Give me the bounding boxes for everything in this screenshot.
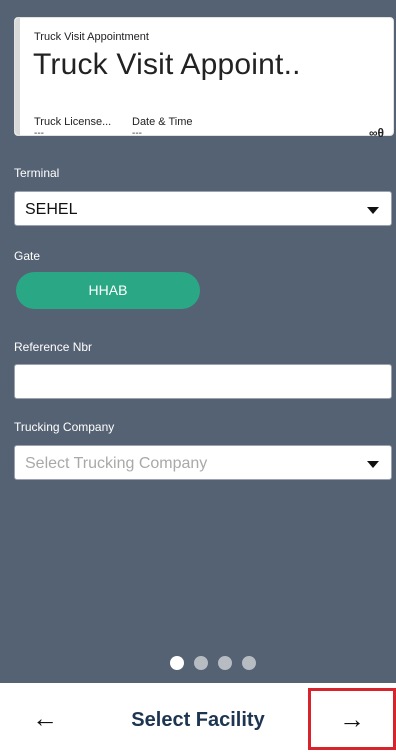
page-indicator: [170, 656, 256, 670]
trucking-company-select[interactable]: Select Trucking Company: [14, 445, 392, 480]
terminal-label: Terminal: [14, 166, 60, 180]
truck-license-label: Truck License...: [34, 116, 112, 128]
bottom-nav-bar: ← Select Facility →: [0, 683, 396, 753]
terminal-select-value: SEHEL: [25, 201, 78, 218]
dropdown-arrow-icon: [367, 461, 379, 468]
page-dot-4: [242, 656, 256, 670]
page-dot-2: [194, 656, 208, 670]
card-title: Truck Visit Appoint..: [33, 48, 301, 81]
next-arrow-button[interactable]: →: [308, 688, 396, 750]
appointment-summary-card: Truck Visit Appointment Truck Visit Appo…: [14, 17, 394, 140]
trucking-company-placeholder: Select Trucking Company: [25, 455, 208, 472]
page-dot-3: [218, 656, 232, 670]
link-icon[interactable]: ∞θ: [369, 126, 384, 140]
reference-nbr-input[interactable]: [14, 364, 392, 399]
gate-chip-hhab[interactable]: HHAB: [16, 272, 200, 309]
dropdown-arrow-icon: [367, 207, 379, 214]
card-accent-bar: [15, 18, 20, 135]
reference-nbr-label: Reference Nbr: [14, 340, 93, 354]
gate-label: Gate: [14, 249, 41, 263]
card-subtitle: Truck Visit Appointment: [34, 31, 149, 43]
app-screen: Truck Visit Appointment Truck Visit Appo…: [0, 0, 396, 753]
terminal-select[interactable]: SEHEL: [14, 191, 392, 226]
date-time-value: ---: [132, 128, 142, 139]
date-time-label: Date & Time: [132, 116, 193, 128]
truck-license-value: ---: [34, 128, 44, 139]
page-dot-1: [170, 656, 184, 670]
trucking-company-label: Trucking Company: [14, 420, 115, 434]
